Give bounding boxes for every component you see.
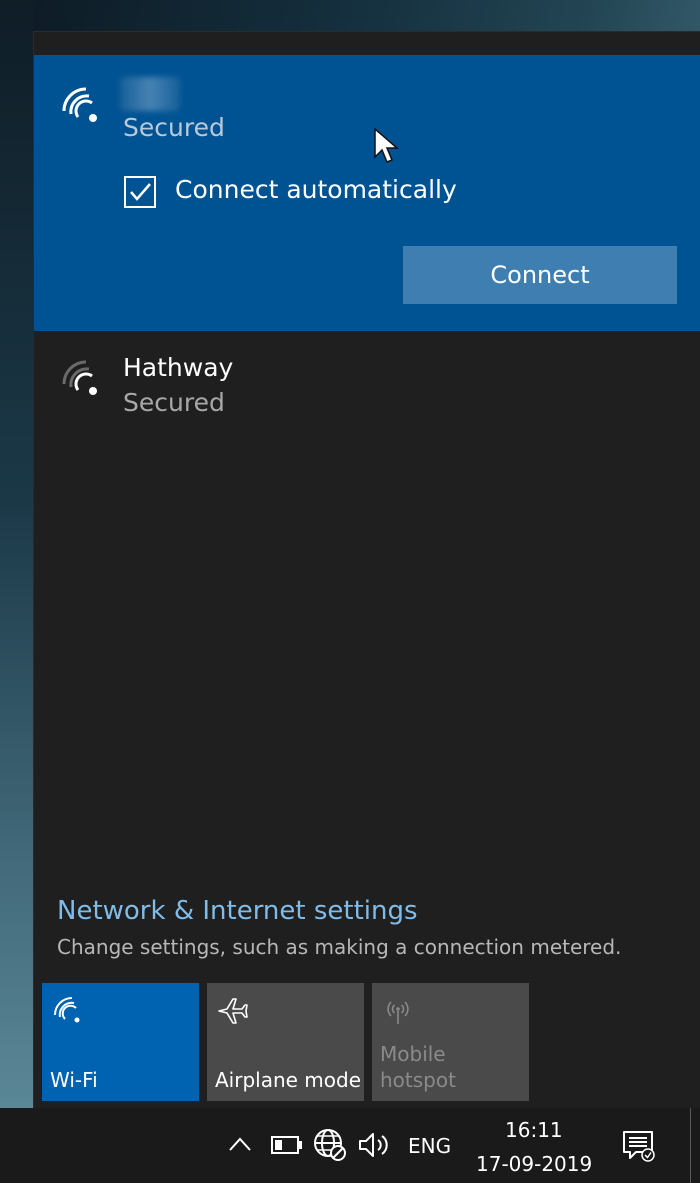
show-desktop-divider[interactable]	[690, 1108, 691, 1183]
network-flyout: Secured Connect automatically Connect Ha…	[33, 31, 700, 1109]
action-center-icon[interactable]	[622, 1130, 658, 1164]
quick-action-label: Airplane mode	[215, 1068, 362, 1092]
network-status: Secured	[123, 388, 225, 417]
flyout-top-gap	[34, 32, 700, 55]
quick-action-label-text: Mobile hotspot	[380, 1042, 456, 1092]
wifi-signal-icon	[62, 360, 97, 395]
wifi-icon	[54, 997, 80, 1023]
clock-time[interactable]: 16:11	[505, 1118, 563, 1142]
quick-action-airplane-mode[interactable]: Airplane mode	[207, 983, 364, 1101]
network-item-hathway[interactable]: Hathway Secured	[34, 331, 700, 441]
battery-icon[interactable]	[271, 1134, 303, 1156]
quick-action-label: Mobile hotspot	[380, 1041, 480, 1093]
desktop-background	[0, 0, 34, 1108]
settings-description: Change settings, such as making a connec…	[57, 935, 622, 959]
quick-action-label: Wi-Fi	[50, 1068, 98, 1092]
language-indicator[interactable]: ENG	[408, 1134, 451, 1158]
chevron-up-icon[interactable]	[228, 1136, 252, 1152]
network-internet-settings-link[interactable]: Network & Internet settings	[57, 896, 418, 926]
volume-icon[interactable]	[357, 1130, 391, 1160]
quick-action-wifi[interactable]: Wi-Fi	[42, 983, 199, 1101]
taskbar: ENG 16:11 17-09-2019	[0, 1108, 700, 1183]
network-status: Secured	[123, 113, 225, 142]
clock-date[interactable]: 17-09-2019	[476, 1152, 592, 1176]
connect-automatically-checkbox[interactable]	[124, 176, 156, 208]
checkmark-icon	[130, 183, 151, 201]
connect-automatically-label[interactable]: Connect automatically	[175, 175, 457, 204]
wifi-signal-icon	[62, 87, 97, 122]
globe-network-icon[interactable]	[313, 1128, 347, 1162]
quick-action-mobile-hotspot: Mobile hotspot	[372, 983, 529, 1101]
mouse-cursor-icon	[374, 127, 399, 163]
network-name-blurred	[120, 77, 180, 111]
airplane-icon	[218, 998, 248, 1024]
network-item-selected[interactable]: Secured Connect automatically Connect	[34, 55, 700, 331]
connect-button[interactable]: Connect	[403, 246, 677, 304]
hotspot-icon	[387, 1001, 409, 1024]
network-name: Hathway	[123, 353, 234, 382]
